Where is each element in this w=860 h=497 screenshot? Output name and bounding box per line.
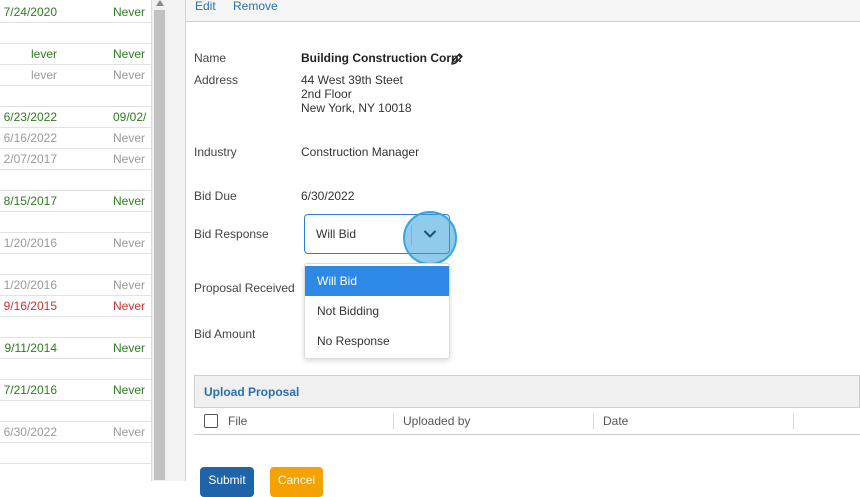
scroll-up-arrow-icon[interactable] <box>156 0 164 6</box>
bid-due-label: Bid Due <box>194 189 237 203</box>
list-row[interactable] <box>0 401 151 422</box>
row-date: 8/15/2017 <box>3 194 57 208</box>
row-status: Never <box>113 425 146 439</box>
row-date: 7/21/2016 <box>3 383 57 397</box>
panel-gutter <box>167 0 186 481</box>
row-status: Never <box>113 131 146 145</box>
column-divider <box>593 413 594 429</box>
list-row[interactable]: 6/23/2022 09/02/ <box>0 107 151 128</box>
upload-proposal-section: Upload Proposal File Uploaded by Date <box>194 375 860 435</box>
cancel-button[interactable]: Cancel <box>270 467 323 497</box>
name-value: Building Construction Corp. <box>301 51 462 65</box>
row-date: 9/16/2015 <box>3 299 57 313</box>
row-status: Never <box>113 5 146 19</box>
option-no-response[interactable]: No Response <box>305 326 449 356</box>
row-status: Never <box>113 236 146 250</box>
bid-amount-label: Bid Amount <box>194 327 256 341</box>
row-date: 6/30/2022 <box>3 425 57 439</box>
edit-link[interactable]: Edit <box>195 0 216 13</box>
row-status: Never <box>113 194 146 208</box>
list-row[interactable] <box>0 86 151 107</box>
bid-due-value: 6/30/2022 <box>301 189 355 203</box>
row-status: Never <box>113 299 146 313</box>
option-not-bidding[interactable]: Not Bidding <box>305 296 449 326</box>
row-date: 1/20/2016 <box>3 278 57 292</box>
row-status: Never <box>113 47 146 61</box>
row-date: 7/24/2020 <box>3 5 57 19</box>
industry-label: Industry <box>194 145 237 159</box>
list-row[interactable] <box>0 359 151 380</box>
list-row[interactable] <box>0 317 151 338</box>
pencil-icon[interactable] <box>450 52 464 66</box>
upload-proposal-title: Upload Proposal <box>204 385 300 399</box>
left-scrollbar[interactable] <box>151 0 167 481</box>
scroll-thumb[interactable] <box>154 10 165 480</box>
proposal-received-label: Proposal Received <box>194 281 295 295</box>
submit-button[interactable]: Submit <box>200 467 254 497</box>
column-date[interactable]: Date <box>603 414 628 428</box>
row-date: lever <box>30 47 57 61</box>
list-row[interactable] <box>0 254 151 275</box>
row-date: 1/20/2016 <box>3 236 57 250</box>
remove-link[interactable]: Remove <box>233 0 278 13</box>
upload-table-header: File Uploaded by Date <box>194 408 860 435</box>
row-status: Never <box>113 383 146 397</box>
list-row[interactable]: 9/11/2014 Never <box>0 338 151 359</box>
list-row[interactable]: 9/16/2015 Never <box>0 296 151 317</box>
column-uploaded-by[interactable]: Uploaded by <box>403 414 470 428</box>
name-label: Name <box>194 51 227 65</box>
upload-proposal-header: Upload Proposal <box>194 375 860 408</box>
list-row[interactable] <box>0 212 151 233</box>
list-row[interactable]: lever Never <box>0 65 151 86</box>
row-date: lever <box>30 68 57 82</box>
row-date: 6/23/2022 <box>3 110 57 124</box>
address-line-2: 2nd Floor <box>301 87 352 101</box>
industry-value: Construction Manager <box>301 145 420 159</box>
address-label: Address <box>194 73 239 87</box>
row-status: Never <box>113 152 146 166</box>
column-divider <box>793 413 794 429</box>
row-status: Never <box>113 341 146 355</box>
row-date: 9/11/2014 <box>4 341 58 355</box>
row-status: Never <box>113 278 146 292</box>
column-file[interactable]: File <box>228 414 247 428</box>
list-row[interactable]: 1/20/2016 Never <box>0 275 151 296</box>
list-row[interactable]: 2/07/2017 Never <box>0 149 151 170</box>
list-row[interactable]: 7/24/2020 Never <box>0 2 151 23</box>
address-line-3: New York, NY 10018 <box>301 101 412 115</box>
list-row[interactable]: 1/20/2016 Never <box>0 233 151 254</box>
bid-response-label: Bid Response <box>194 227 269 241</box>
detail-toolbar: Edit Remove <box>186 0 860 22</box>
list-row[interactable]: 6/16/2022 Never <box>0 128 151 149</box>
row-date: 6/16/2022 <box>3 131 57 145</box>
bid-response-dropdown-menu: Will Bid Not Bidding No Response <box>304 263 450 359</box>
row-status: Never <box>113 68 146 82</box>
column-divider <box>393 413 394 429</box>
address-line-1: 44 West 39th Steet <box>301 73 403 87</box>
option-will-bid[interactable]: Will Bid <box>305 266 449 296</box>
row-status: 09/02/ <box>113 110 147 124</box>
list-row[interactable]: 7/21/2016 Never <box>0 380 151 401</box>
chevron-down-icon[interactable] <box>422 227 438 241</box>
list-row[interactable] <box>0 170 151 191</box>
detail-panel: Edit Remove Name Building Construction C… <box>186 0 860 497</box>
list-row[interactable]: lever Never <box>0 44 151 65</box>
list-row[interactable]: 6/30/2022 Never <box>0 422 151 443</box>
row-date: 2/07/2017 <box>3 152 57 166</box>
list-row[interactable] <box>0 23 151 44</box>
left-list-panel: 7/24/2020 Never lever Never lever Never 6/23/2… <box>0 0 151 481</box>
list-row[interactable]: 8/15/2017 Never <box>0 191 151 212</box>
bid-response-selected-value: Will Bid <box>316 227 357 241</box>
list-row[interactable] <box>0 443 151 464</box>
select-all-checkbox[interactable] <box>204 414 218 428</box>
